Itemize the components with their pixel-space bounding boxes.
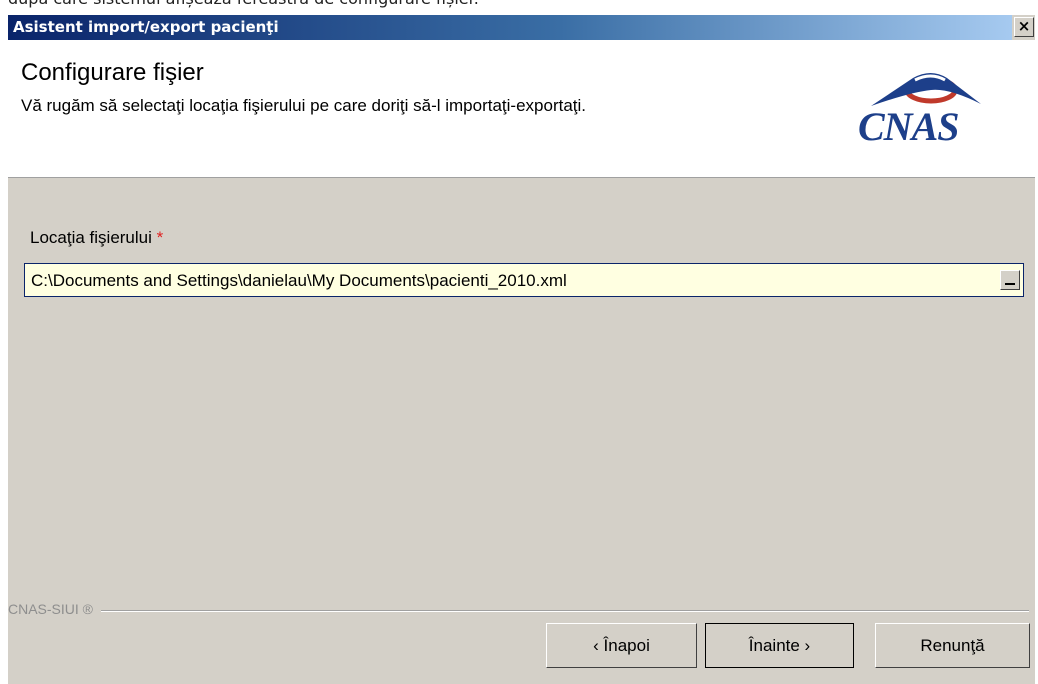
file-location-label-text: Locaţia fişierului <box>30 228 152 247</box>
next-button[interactable]: Înainte › <box>705 623 854 668</box>
required-indicator: * <box>156 228 164 247</box>
browse-icon <box>1005 283 1015 285</box>
import-export-wizard-dialog: Asistent import/export pacienţi × Config… <box>8 15 1035 684</box>
footer-separator <box>8 610 1029 612</box>
close-button[interactable]: × <box>1014 17 1034 37</box>
back-button[interactable]: ‹ Înapoi <box>546 623 697 668</box>
close-icon: × <box>1017 17 1031 35</box>
file-path-input[interactable]: C:\Documents and Settings\danielau\My Do… <box>24 263 1024 297</box>
document-text-fragment: după care sistemul afișează fereastra de… <box>8 0 479 8</box>
cnas-logo-icon <box>871 73 981 106</box>
file-path-value: C:\Documents and Settings\danielau\My Do… <box>31 271 567 290</box>
cnas-logo-text: CNAS <box>858 104 959 149</box>
title-bar-strip: Asistent import/export pacienţi <box>8 15 1012 40</box>
cnas-logo: CNAS <box>853 56 1003 149</box>
cancel-button[interactable]: Renunţă <box>875 623 1030 668</box>
page-title: Configurare fişier <box>21 59 204 86</box>
title-bar[interactable]: Asistent import/export pacienţi × <box>8 15 1035 40</box>
browse-button[interactable] <box>1000 270 1020 290</box>
file-location-label: Locaţia fişierului * <box>30 228 163 248</box>
window-title: Asistent import/export pacienţi <box>13 18 279 36</box>
wizard-header: Configurare fişier Vă rugăm să selectaţi… <box>8 40 1035 178</box>
page-subtitle: Vă rugăm să selectaţi locaţia fişierului… <box>21 96 587 115</box>
footer-brand: CNAS-SIUI ® <box>8 601 101 617</box>
